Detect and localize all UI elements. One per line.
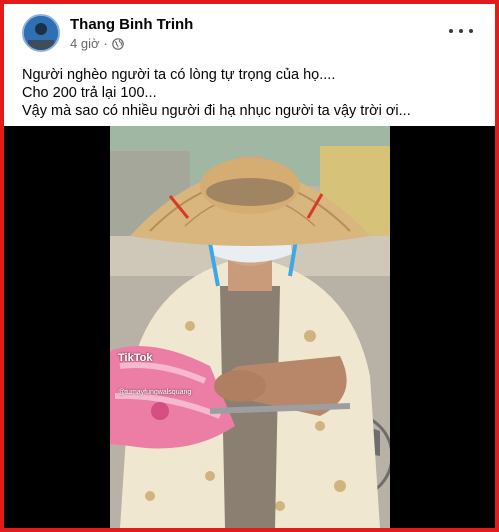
- post-video[interactable]: TikTok @tumayfungwalsquang: [4, 126, 495, 528]
- more-options-button[interactable]: [449, 22, 473, 40]
- meta-separator: ·: [103, 36, 108, 51]
- post-text: Người nghèo người ta có lòng tự trọng củ…: [22, 66, 481, 120]
- post-text-line: Người nghèo người ta có lòng tự trọng củ…: [22, 67, 336, 83]
- avatar-image: [24, 16, 58, 50]
- post-time[interactable]: 4 giờ: [70, 36, 100, 51]
- post-text-line: Cho 200 trả lại 100...: [22, 85, 157, 101]
- more-options-dot: [469, 29, 473, 33]
- video-frame[interactable]: TikTok @tumayfungwalsquang: [110, 126, 390, 528]
- avatar[interactable]: [22, 14, 60, 52]
- post-meta: 4 giờ ·: [70, 36, 124, 51]
- globe-icon: [112, 37, 124, 50]
- video-still-image: [110, 126, 390, 528]
- more-options-dot: [459, 29, 463, 33]
- tiktok-username: @tumayfungwalsquang: [118, 389, 192, 396]
- tiktok-watermark: TikTok: [118, 352, 153, 364]
- post-header: Thang Binh Trinh 4 giờ ·: [18, 14, 485, 56]
- more-options-icon: [449, 29, 453, 33]
- author-name[interactable]: Thang Binh Trinh: [70, 16, 193, 33]
- post-text-line: Vậy mà sao có nhiều người đi hạ nhục ngư…: [22, 103, 411, 119]
